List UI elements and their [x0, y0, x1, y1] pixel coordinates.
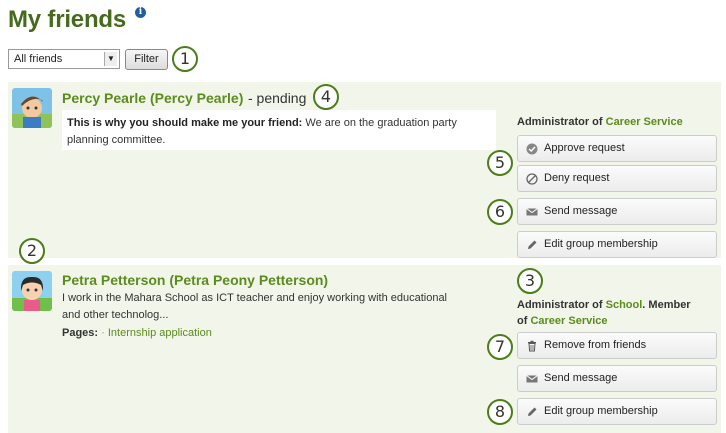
callout-6: 6 [487, 199, 513, 225]
block-icon [526, 173, 538, 185]
friends-filter-select[interactable]: All friends ▼ [8, 49, 120, 69]
edit-group-membership-button-percy[interactable]: Edit group membership [517, 231, 717, 258]
friend-name-percy[interactable]: Percy Pearle (Percy Pearle) [62, 90, 243, 106]
pending-status: - pending [248, 90, 307, 106]
envelope-icon [526, 373, 538, 385]
pencil-icon [526, 406, 538, 418]
callout-2: 2 [19, 238, 45, 264]
edit-group-membership-label: Edit group membership [544, 238, 658, 250]
membership-of: of [517, 315, 528, 327]
edit-group-membership-button-petra[interactable]: Edit group membership [517, 398, 717, 425]
deny-request-button[interactable]: Deny request [517, 165, 717, 192]
approve-request-button[interactable]: Approve request [517, 135, 717, 162]
group-link-career-service[interactable]: Career Service [606, 116, 683, 128]
pencil-icon [526, 239, 538, 251]
group-link-school[interactable]: School [606, 299, 643, 311]
trash-icon [526, 340, 538, 352]
pages-label: Pages: [62, 327, 99, 339]
message-label: This is why you should make me your frie… [67, 117, 303, 129]
membership-mid: . Member [642, 299, 691, 311]
friend-pages: Pages: · Internship application [62, 327, 212, 339]
callout-5: 5 [487, 150, 513, 176]
description-line-2: and other technolog... [62, 309, 169, 321]
page-title: My friends [8, 6, 127, 33]
remove-from-friends-label: Remove from friends [544, 339, 647, 351]
send-message-label: Send message [544, 205, 618, 217]
filter-button[interactable]: Filter [125, 49, 168, 70]
edit-group-membership-label: Edit group membership [544, 405, 658, 417]
callout-7: 7 [487, 334, 513, 360]
send-message-label: Send message [544, 372, 618, 384]
friend-name-petra[interactable]: Petra Petterson (Petra Peony Petterson) [62, 272, 328, 288]
dropdown-arrow-icon: ▼ [104, 52, 117, 66]
membership-petra: Administrator of School. Member of Caree… [517, 297, 717, 329]
callout-4: 4 [313, 84, 339, 110]
avatar-percy [12, 88, 52, 128]
filter-selected-value: All friends [14, 53, 63, 65]
deny-request-label: Deny request [544, 172, 610, 184]
callout-3: 3 [517, 268, 543, 294]
remove-from-friends-button[interactable]: Remove from friends [517, 332, 717, 359]
info-icon[interactable]: i [135, 7, 146, 18]
envelope-icon [526, 206, 538, 218]
callout-8: 8 [487, 399, 513, 425]
check-circle-icon [526, 143, 538, 155]
approve-request-label: Approve request [544, 142, 625, 154]
friend-request-message: This is why you should make me your frie… [62, 110, 496, 150]
page-link-internship-application[interactable]: Internship application [108, 327, 212, 339]
description-line-1: I work in the Mahara School as ICT teach… [62, 292, 448, 304]
membership-prefix: Administrator of [517, 299, 603, 311]
membership-prefix: Administrator of [517, 116, 603, 128]
friend-description: I work in the Mahara School as ICT teach… [62, 290, 502, 324]
send-message-button-petra[interactable]: Send message [517, 365, 717, 392]
callout-1: 1 [172, 46, 198, 72]
send-message-button-percy[interactable]: Send message [517, 198, 717, 225]
avatar-petra [12, 271, 52, 311]
membership-percy: Administrator of Career Service [517, 114, 683, 130]
group-link-career-service[interactable]: Career Service [530, 315, 607, 327]
